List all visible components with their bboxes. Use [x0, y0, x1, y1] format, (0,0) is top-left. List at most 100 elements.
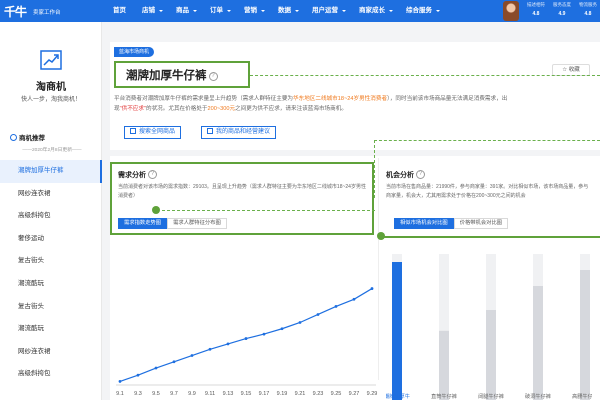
trend-point[interactable] [298, 321, 302, 324]
trend-point[interactable] [334, 305, 338, 308]
bar[interactable] [533, 286, 543, 400]
tab-price-band[interactable]: 价格带机会对比图 [453, 218, 509, 229]
desc-warning: "供不应求" [119, 105, 146, 112]
bar-category-label: 潮牌加厚牛 [386, 392, 410, 400]
sidebar-title: 淘商机 [36, 82, 66, 93]
nav-item-5[interactable]: 数据 [270, 0, 304, 22]
trend-point[interactable] [226, 342, 230, 346]
trend-point[interactable] [280, 327, 284, 331]
tab-demand-trend[interactable]: 需求指数走势图 [118, 218, 168, 229]
desc-text: 之间更为供不应求，请来注该蓝海市场商机。 [235, 105, 347, 112]
sidebar-subtitle: 快人一步，淘我商机！ [20, 97, 81, 103]
bar[interactable] [580, 270, 590, 400]
demand-tabs: 需求指数走势图 需求人群特征分布图 [118, 218, 227, 229]
sidebar-item-8[interactable]: 网纱连衣裙 [0, 341, 102, 364]
trend-point[interactable] [370, 287, 374, 290]
x-tick-label: 9.15 [241, 391, 252, 397]
nav-item-2[interactable]: 商品 [168, 0, 202, 22]
guide-dot [377, 232, 385, 240]
opportunity-description: 当前市场在售商品量：21990件，参与商家量：391家。对比相似市场，该市场商品… [386, 184, 589, 199]
sidebar-item-1[interactable]: 网纱连衣裙 [0, 183, 102, 206]
trend-point[interactable] [136, 373, 140, 377]
x-tick-label: 9.27 [349, 391, 360, 397]
update-date: ——2020年2月8日更新—— [22, 148, 82, 153]
search-icon [130, 128, 136, 134]
bar[interactable] [392, 262, 402, 400]
opportunity-tabs: 相似市场机会对比图 价格带机会对比图 [394, 218, 509, 229]
nav-item-4[interactable]: 营销 [236, 0, 270, 22]
desc-text: ），同时当前该市场商品量无法满足消费需求，出 [387, 96, 508, 102]
x-tick-label: 9.7 [170, 391, 178, 397]
guide-line [162, 210, 375, 211]
sidebar-item-5[interactable]: 潮流酷玩 [0, 273, 102, 296]
x-tick-label: 9.29 [367, 391, 378, 397]
trend-point[interactable] [262, 332, 266, 336]
desc-highlight: 华东地区二线城市18~24岁男性消费者 [293, 96, 388, 102]
trend-point[interactable] [352, 297, 356, 301]
sidebar-item-6[interactable]: 复古街头 [0, 296, 102, 319]
trend-point[interactable] [190, 354, 194, 357]
goods-icon [207, 128, 213, 134]
opportunity-title-text: 机会分析 [386, 172, 414, 179]
sidebar-item-2[interactable]: 高级斜挎包 [0, 205, 102, 228]
trend-point[interactable] [316, 313, 320, 316]
opportunity-title: 机会分析? [386, 170, 425, 180]
top-bar: 千牛 卖家工作台 首页 店铺 商品 订单 营销 数据 用户运营 商家成长 综合服务 描述相符 4… [0, 0, 600, 22]
nav-item-0[interactable]: 首页 [105, 0, 134, 22]
sidebar-item-4[interactable]: 复古街头 [0, 250, 102, 273]
tab-demand-crowd[interactable]: 需求人群特征分布图 [167, 218, 227, 229]
x-tick-label: 9.1 [116, 391, 124, 397]
demand-trend-chart: 9.1 9.3 9.5 9.7 9.9 9.11 9.13 9.15 9.17 9.19 9.21 9… [116, 287, 378, 397]
avatar[interactable] [503, 1, 519, 21]
logo-subtitle: 卖家工作台 [33, 10, 61, 16]
nav-item-8[interactable]: 综合服务 [398, 0, 445, 22]
trend-point[interactable] [118, 380, 122, 383]
top-nav: 首页 店铺 商品 订单 营销 数据 用户运营 商家成长 综合服务 [105, 0, 445, 22]
guide-line [374, 140, 375, 198]
search-all-button[interactable]: 搜索全网商品 [124, 126, 182, 139]
sidebar-item-9[interactable]: 高级斜挎包 [0, 363, 102, 386]
page-title: 潮牌加厚牛仔裤? [126, 67, 218, 83]
guide-line [374, 140, 600, 141]
main-area: 蓝海市场商机 潮牌加厚牛仔裤? ☆ 收藏 平台消费者对潮牌加厚牛仔裤的需求量呈上… [102, 22, 600, 400]
stat-value: 4.8 [584, 11, 592, 17]
x-tick-label: 9.11 [205, 391, 215, 397]
search-all-label: 搜索全网商品 [139, 129, 176, 135]
x-tick-label: 9.3 [134, 391, 142, 397]
qianniu-logo[interactable]: 千牛 [4, 3, 27, 20]
description: 平台消费者对潮牌加厚牛仔裤的需求量呈上升趋势（需求人群特征主要为华东地区二线城市… [114, 95, 592, 114]
section-heading: 商机推荐 [10, 132, 45, 142]
trend-point[interactable] [154, 366, 158, 370]
bar[interactable] [439, 330, 449, 400]
bar[interactable] [486, 310, 496, 400]
sidebar-item-0[interactable]: 潮牌加厚牛仔裤 [0, 160, 102, 183]
stat-value: 4.9 [558, 11, 566, 17]
tab-similar-market[interactable]: 相似市场机会对比图 [394, 218, 454, 229]
help-icon[interactable]: ? [416, 170, 425, 179]
nav-item-6[interactable]: 用户运营 [304, 0, 351, 22]
demand-title: 需求分析? [118, 170, 157, 180]
desc-highlight: 200~300元 [207, 105, 236, 112]
trend-point[interactable] [244, 337, 248, 340]
sidebar-item-3[interactable]: 奢侈运动 [0, 228, 102, 251]
x-tick-label: 9.5 [152, 391, 160, 397]
sidebar-item-7[interactable]: 潮流酷玩 [0, 318, 102, 341]
bar-category-label: 阔腿牛仔裤 [478, 392, 504, 400]
section-label: 商机推荐 [19, 135, 45, 142]
trend-point[interactable] [208, 347, 212, 351]
nav-item-3[interactable]: 订单 [202, 0, 236, 22]
bar-category-label: 直筒牛仔裤 [431, 392, 457, 400]
help-icon[interactable]: ? [148, 170, 157, 179]
guide-dot [152, 206, 160, 214]
guide-line [250, 75, 600, 76]
my-goods-button[interactable]: 我的商品和经营建议 [201, 126, 277, 139]
nav-item-1[interactable]: 店铺 [134, 0, 168, 22]
section-divider [110, 150, 600, 156]
help-icon[interactable]: ? [208, 72, 218, 81]
trend-line [119, 288, 373, 382]
trend-point[interactable] [172, 360, 176, 364]
nav-item-7[interactable]: 商家成长 [351, 0, 398, 22]
sidebar-list: 潮牌加厚牛仔裤 网纱连衣裙 高级斜挎包 奢侈运动 复古街头 潮流酷玩 复古街头 潮流酷玩 网纱连… [0, 160, 102, 386]
stat-value: 4.8 [532, 11, 540, 17]
bar-category-label: 破洞牛仔裤 [525, 392, 551, 400]
